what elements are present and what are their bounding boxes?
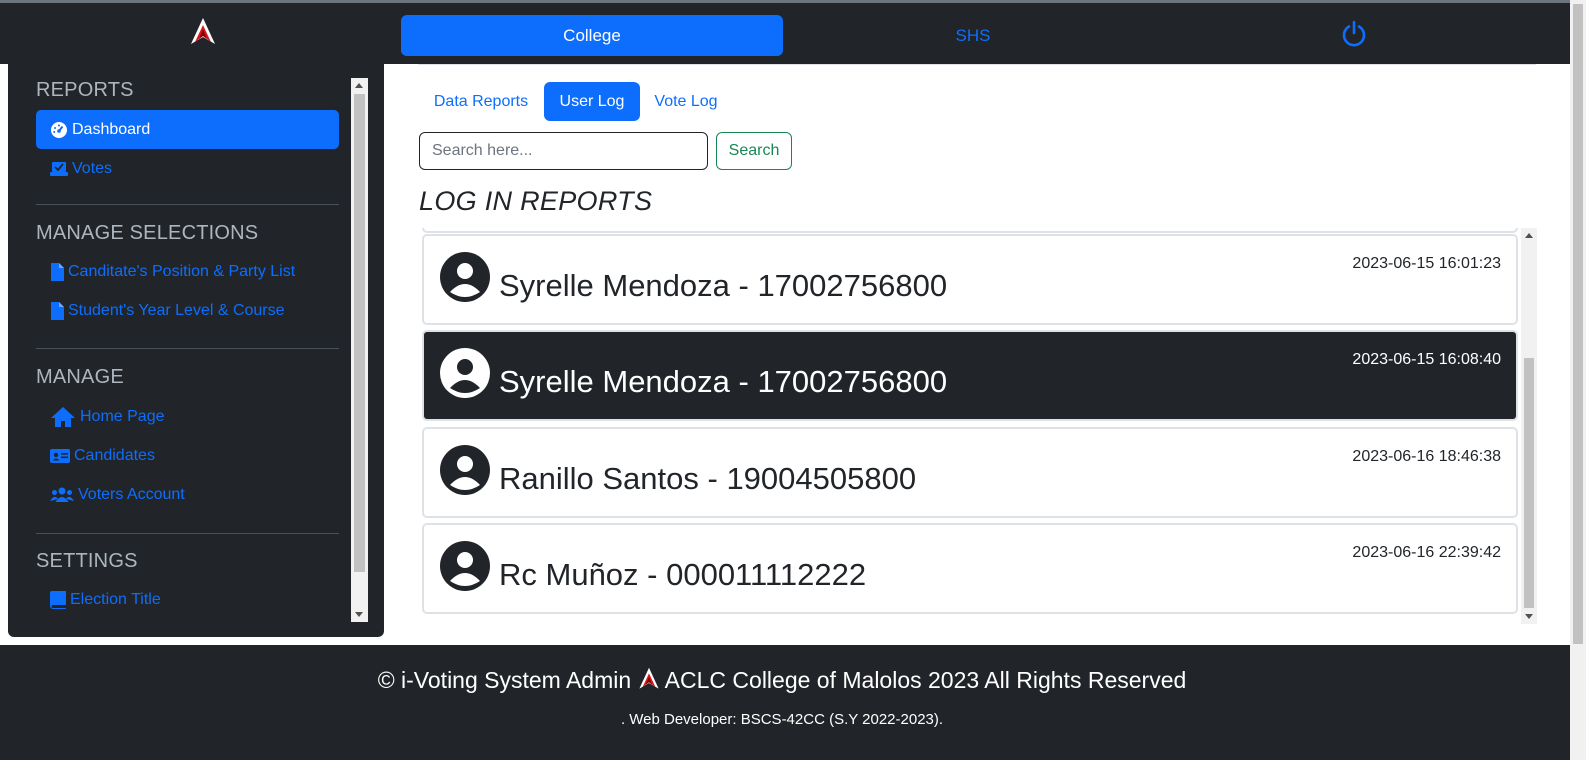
nav-tab-shs[interactable]: SHS — [782, 15, 1164, 56]
top-navbar: College SHS — [0, 0, 1570, 64]
sidebar-divider — [36, 204, 339, 205]
scroll-down-arrow-icon[interactable] — [355, 612, 363, 617]
home-icon — [51, 406, 75, 427]
section-title-settings: SETTINGS — [36, 550, 138, 572]
tab-data-reports[interactable]: Data Reports — [419, 82, 543, 121]
sidebar-item-votes[interactable]: Votes — [36, 149, 339, 188]
sidebar: REPORTS Dashboard Votes MANAGE SELECTION… — [8, 64, 384, 637]
sidebar-item-year-level-course[interactable]: Student's Year Level & Course — [36, 291, 339, 330]
section-title-manage-selections: MANAGE SELECTIONS — [36, 222, 259, 244]
footer-copyright: © i-Voting System Admin ACLC College of … — [0, 667, 1564, 694]
sidebar-divider — [36, 348, 339, 349]
tab-vote-log[interactable]: Vote Log — [641, 82, 731, 121]
search-button[interactable]: Search — [716, 132, 792, 170]
page-scrollbar[interactable] — [1570, 0, 1586, 760]
sidebar-item-voters-account[interactable]: Voters Account — [36, 475, 339, 514]
aclc-logo[interactable] — [190, 17, 216, 47]
user-avatar-icon — [440, 541, 490, 591]
user-avatar-icon — [440, 348, 490, 398]
file-icon — [51, 301, 64, 320]
section-title-reports: REPORTS — [36, 79, 134, 101]
log-timestamp: 2023-06-16 18:46:38 — [1352, 448, 1501, 465]
sidebar-scrollbar[interactable] — [351, 78, 368, 622]
sidebar-item-label: Canditate's Position & Party List — [68, 262, 296, 280]
sidebar-divider — [36, 533, 339, 534]
log-entry[interactable]: Rc Muñoz - 000011112222 2023-06-16 22:39… — [422, 523, 1518, 614]
log-entry[interactable]: Syrelle Mendoza - 17002756800 2023-06-15… — [422, 234, 1518, 325]
sidebar-item-label: Votes — [72, 159, 113, 177]
sidebar-scroll-thumb[interactable] — [354, 94, 365, 572]
scroll-up-arrow-icon[interactable] — [355, 83, 363, 88]
log-entry[interactable]: Syrelle Mendoza - 17002756800 2023-06-15… — [422, 330, 1518, 421]
user-avatar-icon — [440, 252, 490, 302]
file-icon — [51, 262, 64, 281]
section-title-manage: MANAGE — [36, 366, 124, 388]
log-list-scroll-thumb[interactable] — [1524, 358, 1534, 608]
main-divider — [418, 64, 1536, 65]
log-timestamp: 2023-06-15 16:01:23 — [1352, 255, 1501, 272]
log-user: Ranillo Santos - 19004505800 — [499, 461, 917, 496]
sidebar-item-label: Voters Account — [78, 485, 185, 503]
tab-user-log[interactable]: User Log — [544, 82, 640, 121]
power-icon[interactable] — [1340, 20, 1368, 48]
sidebar-item-label: Home Page — [80, 407, 165, 425]
user-avatar-icon — [440, 445, 490, 495]
footer-copyright-suffix: ACLC College of Malolos 2023 All Rights … — [664, 667, 1187, 693]
log-entry[interactable] — [422, 228, 1518, 233]
aclc-logo — [638, 667, 659, 689]
sidebar-item-label: Election Title — [70, 590, 161, 608]
log-timestamp: 2023-06-16 22:39:42 — [1352, 544, 1501, 561]
footer-developer: . Web Developer: BSCS-42CC (S.Y 2022-202… — [620, 711, 944, 728]
sidebar-item-candidates[interactable]: Candidates — [36, 436, 339, 475]
scroll-up-arrow-icon[interactable] — [1525, 233, 1533, 238]
sidebar-item-election-title[interactable]: Election Title — [36, 580, 339, 619]
book-icon — [50, 590, 66, 609]
users-icon — [50, 487, 74, 502]
sidebar-content: REPORTS Dashboard Votes MANAGE SELECTION… — [8, 64, 356, 624]
sidebar-item-label: Dashboard — [72, 120, 151, 138]
id-card-icon — [50, 448, 70, 463]
footer: © i-Voting System Admin ACLC College of … — [0, 645, 1570, 760]
log-list: Syrelle Mendoza - 17002756800 2023-06-15… — [420, 228, 1520, 624]
log-list-scrollbar[interactable] — [1521, 228, 1537, 624]
sidebar-item-position-party-list[interactable]: Canditate's Position & Party List — [36, 252, 339, 291]
page-scroll-thumb[interactable] — [1573, 4, 1583, 644]
sidebar-item-home-page[interactable]: Home Page — [36, 397, 339, 436]
sidebar-item-label: Candidates — [74, 446, 155, 464]
log-entry[interactable]: Ranillo Santos - 19004505800 2023-06-16 … — [422, 427, 1518, 518]
ballot-box-icon — [50, 161, 68, 176]
gauge-icon — [51, 121, 67, 138]
log-user: Syrelle Mendoza - 17002756800 — [499, 364, 948, 399]
sidebar-item-dashboard[interactable]: Dashboard — [36, 110, 339, 149]
sidebar-item-label: Student's Year Level & Course — [68, 301, 285, 319]
nav-tab-college[interactable]: College — [401, 15, 783, 56]
log-user: Rc Muñoz - 000011112222 — [499, 557, 867, 592]
page-title: LOG IN REPORTS — [419, 186, 653, 216]
log-user: Syrelle Mendoza - 17002756800 — [499, 268, 948, 303]
search-input[interactable] — [419, 132, 708, 170]
scroll-down-arrow-icon[interactable] — [1525, 614, 1533, 619]
footer-copyright-prefix: © i-Voting System Admin — [377, 667, 632, 693]
log-timestamp: 2023-06-15 16:08:40 — [1352, 351, 1501, 368]
